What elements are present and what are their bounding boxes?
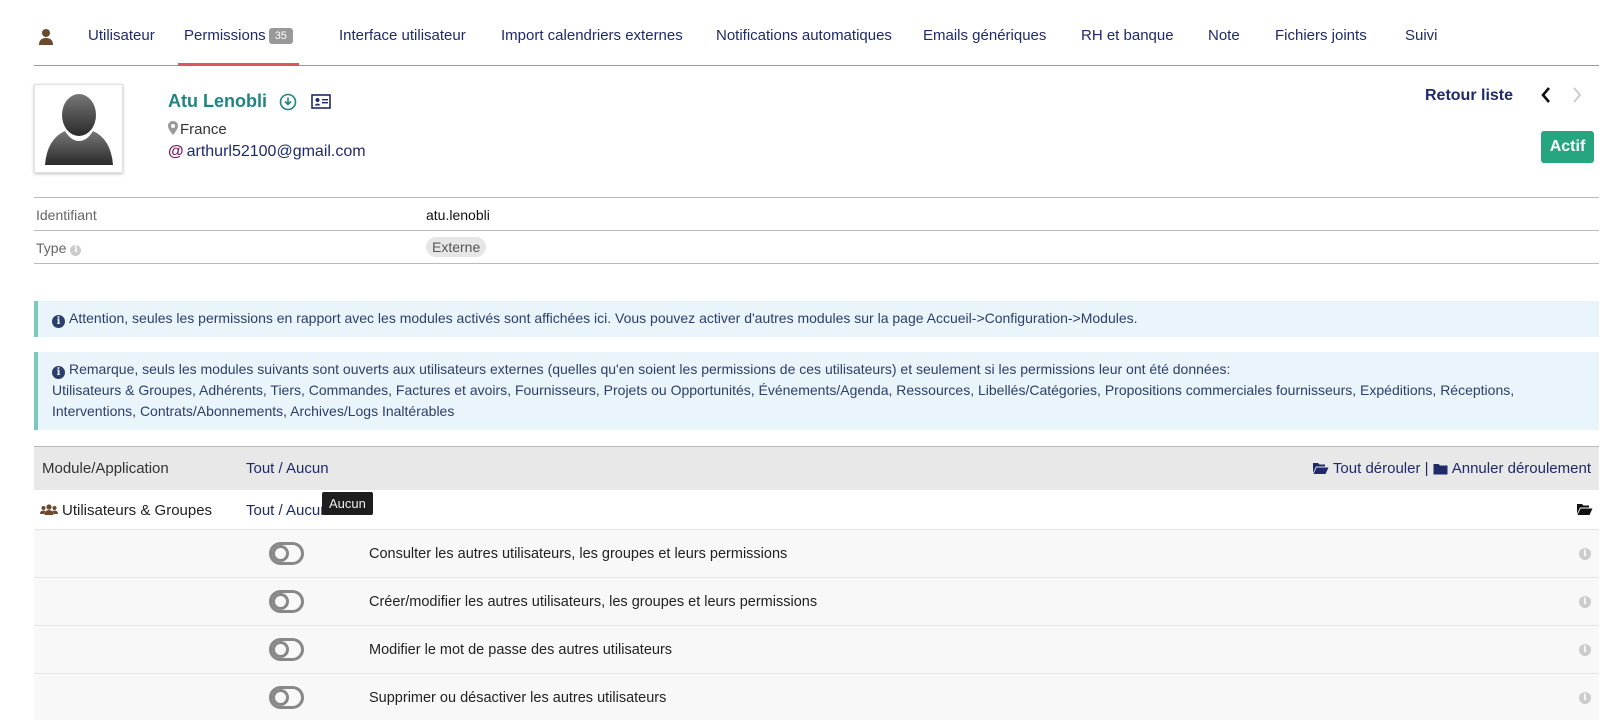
info-icon[interactable]: i bbox=[70, 245, 82, 256]
users-icon bbox=[40, 504, 58, 515]
info-table: Identifiant atu.lenobli Type i Externe bbox=[34, 197, 1599, 264]
tab-bar: Utilisateur Permissions 35 Interface util… bbox=[34, 0, 1599, 66]
table-header: Module/Application Tout / Aucun Tout dér… bbox=[34, 446, 1599, 490]
tab-label: Suivi bbox=[1405, 27, 1438, 44]
permission-label: Modifier le mot de passe des autres util… bbox=[369, 642, 673, 658]
info-row-type: Type i Externe bbox=[34, 231, 1599, 264]
tab-fichiers-joints[interactable]: Fichiers joints bbox=[1275, 0, 1367, 66]
info-row-identifiant: Identifiant atu.lenobli bbox=[34, 198, 1599, 231]
type-pill: Externe bbox=[426, 237, 487, 257]
next-arrow-icon bbox=[1573, 87, 1582, 103]
notice-text: Attention, seules les permissions en rap… bbox=[69, 310, 1138, 326]
tab-emails-generiques[interactable]: Emails génériques bbox=[923, 0, 1046, 66]
user-icon[interactable] bbox=[39, 28, 53, 46]
permission-label: Créer/modifier les autres utilisateurs, … bbox=[369, 594, 818, 610]
permissions-table: Module/Application Tout / Aucun Tout dér… bbox=[34, 446, 1599, 720]
info-icon[interactable]: i bbox=[1579, 692, 1591, 704]
user-name: Atu Lenobli bbox=[168, 91, 267, 111]
permission-label: Supprimer ou désactiver les autres utili… bbox=[369, 690, 667, 706]
permission-row: Modifier le mot de passe des autres util… bbox=[34, 626, 1599, 674]
location: France bbox=[168, 121, 227, 138]
identifiant-value: atu.lenobli bbox=[426, 207, 490, 223]
toggle-off-icon[interactable] bbox=[269, 542, 304, 565]
tab-label: RH et banque bbox=[1081, 27, 1174, 44]
tab-notifications[interactable]: Notifications automatiques bbox=[716, 0, 892, 66]
tab-permissions[interactable]: Permissions 35 bbox=[178, 0, 299, 66]
module-header: Module/Application bbox=[42, 460, 169, 477]
country: France bbox=[180, 121, 227, 138]
info-icon[interactable]: i bbox=[1579, 548, 1591, 560]
expand-all-link[interactable]: Tout dérouler bbox=[1312, 460, 1421, 477]
module-row-utilisateurs-groupes: Utilisateurs & Groupes Tout / Aucun Aucu… bbox=[34, 490, 1599, 530]
tab-label: Fichiers joints bbox=[1275, 27, 1367, 44]
tab-label: Note bbox=[1208, 27, 1240, 44]
permission-row: Créer/modifier les autres utilisateurs, … bbox=[34, 578, 1599, 626]
notice-external-users: i Remarque, seuls les modules suivants so… bbox=[34, 352, 1599, 430]
folder-open-icon[interactable] bbox=[1576, 503, 1593, 516]
info-icon[interactable]: i bbox=[1579, 644, 1591, 656]
tooltip: Aucun bbox=[322, 492, 373, 515]
module-select-all-none-link[interactable]: Tout / Aucun bbox=[246, 502, 329, 519]
tab-label: Import calendriers externes bbox=[501, 27, 683, 44]
folder-open-icon bbox=[1312, 463, 1329, 474]
collapse-all-link[interactable]: Annuler déroulement bbox=[1433, 460, 1591, 477]
toggle-off-icon[interactable] bbox=[269, 686, 304, 709]
expand-controls: Tout dérouler | Annuler déroulement bbox=[1312, 460, 1591, 477]
toggle-off-icon[interactable] bbox=[269, 638, 304, 661]
avatar bbox=[34, 84, 123, 173]
collapse-all-label: Annuler déroulement bbox=[1451, 460, 1591, 477]
status-badge: Actif bbox=[1541, 131, 1594, 163]
expand-all-label: Tout dérouler bbox=[1332, 460, 1421, 477]
permission-row: Supprimer ou désactiver les autres utili… bbox=[34, 674, 1599, 720]
avatar-silhouette-icon bbox=[45, 94, 113, 165]
toggle-off-icon[interactable] bbox=[269, 590, 304, 613]
email-link[interactable]: @ arthurl52100@gmail.com bbox=[168, 143, 366, 161]
tab-utilisateur[interactable]: Utilisateur bbox=[88, 0, 155, 66]
tab-note[interactable]: Note bbox=[1208, 0, 1240, 66]
tab-suivi[interactable]: Suivi bbox=[1405, 0, 1438, 66]
back-to-list-link[interactable]: Retour liste bbox=[1425, 87, 1513, 105]
folder-icon bbox=[1433, 464, 1448, 475]
tab-import-calendriers[interactable]: Import calendriers externes bbox=[501, 0, 683, 66]
tab-label: Notifications automatiques bbox=[716, 27, 892, 44]
info-circle-icon: i bbox=[52, 315, 65, 328]
vcard-icon[interactable] bbox=[311, 94, 331, 109]
type-label: Type i bbox=[36, 240, 82, 256]
module-name: Utilisateurs & Groupes bbox=[62, 502, 213, 519]
tab-label: Permissions bbox=[184, 27, 266, 44]
count-badge: 35 bbox=[268, 28, 293, 44]
info-circle-icon: i bbox=[52, 366, 65, 379]
email-text: arthurl52100@gmail.com bbox=[186, 143, 366, 160]
permission-label: Consulter les autres utilisateurs, les g… bbox=[369, 546, 788, 562]
tab-label: Emails génériques bbox=[923, 27, 1047, 44]
notice-title: Remarque, seuls les modules suivants son… bbox=[69, 361, 1231, 377]
tab-label: Utilisateur bbox=[88, 27, 155, 44]
select-all-none-link[interactable]: Tout / Aucun bbox=[246, 460, 329, 477]
at-icon: @ bbox=[168, 143, 184, 160]
info-icon[interactable]: i bbox=[1579, 596, 1591, 608]
type-label-text: Type bbox=[36, 240, 67, 256]
download-circle-icon[interactable] bbox=[279, 93, 297, 111]
permission-row: Consulter les autres utilisateurs, les g… bbox=[34, 530, 1599, 578]
notice-modules: i Attention, seules les permissions en ra… bbox=[34, 301, 1599, 337]
tab-label: Interface utilisateur bbox=[339, 27, 466, 44]
previous-arrow-icon[interactable] bbox=[1540, 86, 1552, 104]
notice-body: Utilisateurs & Groupes, Adhérents, Tiers… bbox=[52, 382, 1515, 419]
separator: | bbox=[1424, 460, 1429, 477]
identifiant-label: Identifiant bbox=[36, 207, 97, 223]
tab-rh-banque[interactable]: RH et banque bbox=[1081, 0, 1174, 66]
map-marker-icon bbox=[168, 121, 178, 135]
tab-interface-utilisateur[interactable]: Interface utilisateur bbox=[339, 0, 466, 66]
